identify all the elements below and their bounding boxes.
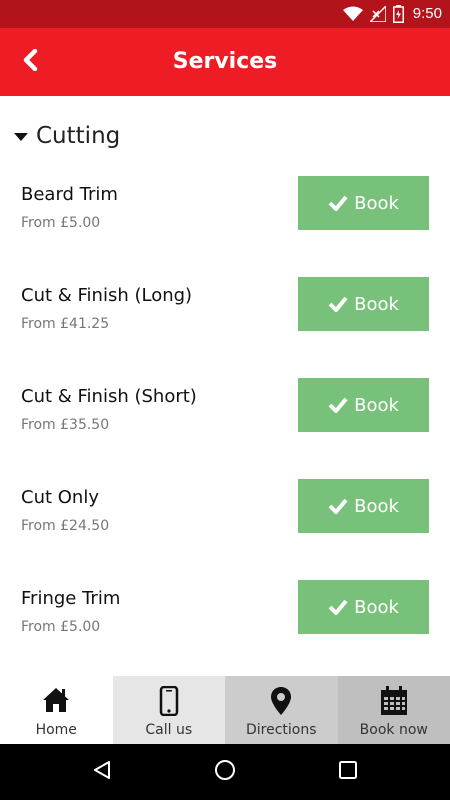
service-name: Cut & Finish (Short) xyxy=(21,386,197,407)
nav-directions[interactable]: Directions xyxy=(225,676,338,744)
book-button-label: Book xyxy=(354,192,399,214)
triangle-back-icon xyxy=(93,760,111,784)
nav-label: Home xyxy=(35,722,77,738)
map-pin-icon xyxy=(225,686,338,716)
service-name: Fringe Trim xyxy=(21,588,121,609)
bottom-nav: Home Call us Directions Book now xyxy=(0,676,450,744)
home-nav-button[interactable] xyxy=(205,752,245,792)
check-icon xyxy=(328,498,348,514)
caret-down-icon xyxy=(14,127,28,146)
check-icon xyxy=(328,599,348,615)
book-button[interactable]: Book xyxy=(298,378,429,432)
services-list: Cutting Beard Trim From £5.00 Book Cut &… xyxy=(0,96,450,676)
wifi-icon xyxy=(342,6,363,22)
section-header-cutting[interactable]: Cutting xyxy=(14,122,120,150)
service-price: From £41.25 xyxy=(21,316,110,332)
page-title: Services xyxy=(172,49,278,74)
service-row: Cut Only From £24.50 Book xyxy=(0,479,450,559)
service-price: From £5.00 xyxy=(21,619,101,635)
nav-book-now[interactable]: Book now xyxy=(337,676,450,744)
check-icon xyxy=(328,195,348,211)
service-price: From £24.50 xyxy=(21,518,110,534)
book-button[interactable]: Book xyxy=(298,580,429,634)
book-button-label: Book xyxy=(354,293,399,315)
check-icon xyxy=(328,296,348,312)
service-name: Beard Trim xyxy=(21,184,118,205)
service-name: Cut & Finish (Long) xyxy=(21,285,193,306)
service-price: From £5.00 xyxy=(21,215,101,231)
nav-home[interactable]: Home xyxy=(0,676,113,744)
service-row: Cut & Finish (Short) From £35.50 Book xyxy=(0,378,450,458)
status-icons: 9:50 xyxy=(342,4,442,24)
service-price: From £35.50 xyxy=(21,417,110,433)
signal-icon xyxy=(369,6,386,22)
system-nav-bar xyxy=(0,744,450,800)
service-row: Fringe Trim From £5.00 Book xyxy=(0,580,450,660)
nav-label: Directions xyxy=(245,722,317,738)
app-bar: Services xyxy=(0,28,450,96)
book-button-label: Book xyxy=(354,495,399,517)
battery-icon xyxy=(392,5,404,23)
home-icon xyxy=(0,686,113,714)
phone-icon xyxy=(113,686,226,716)
service-row: Beard Trim From £5.00 Book xyxy=(0,176,450,256)
book-button[interactable]: Book xyxy=(298,176,429,230)
book-button[interactable]: Book xyxy=(298,479,429,533)
nav-label: Call us xyxy=(145,722,193,738)
status-time: 9:50 xyxy=(412,5,442,22)
section-title: Cutting xyxy=(36,123,121,149)
nav-label: Book now xyxy=(359,722,428,738)
book-button[interactable]: Book xyxy=(298,277,429,331)
check-icon xyxy=(328,397,348,413)
nav-call-us[interactable]: Call us xyxy=(112,676,226,744)
circle-home-icon xyxy=(214,759,236,785)
recents-nav-button[interactable] xyxy=(328,752,368,792)
book-button-label: Book xyxy=(354,394,399,416)
status-bar: 9:50 xyxy=(0,0,450,28)
calendar-icon xyxy=(338,686,450,716)
book-button-label: Book xyxy=(354,596,399,618)
square-recents-icon xyxy=(339,761,358,783)
service-row: Cut & Finish (Long) From £41.25 Book xyxy=(0,277,450,357)
service-name: Cut Only xyxy=(21,487,99,508)
back-nav-button[interactable] xyxy=(82,752,122,792)
